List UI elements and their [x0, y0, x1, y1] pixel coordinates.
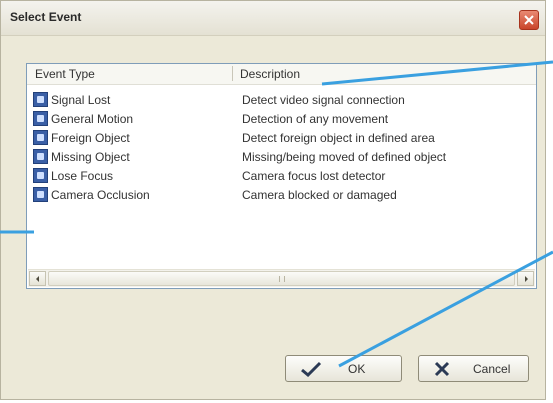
event-type: Camera Occlusion [51, 188, 150, 202]
event-type: Missing Object [51, 150, 130, 164]
event-type: General Motion [51, 112, 134, 126]
close-icon [524, 15, 534, 25]
scroll-right-button[interactable] [517, 271, 534, 286]
x-mark-icon [434, 361, 450, 377]
event-list[interactable]: Event Type Description Signal Lost Detec… [26, 63, 537, 289]
ok-button-label: OK [348, 362, 366, 376]
event-icon [33, 92, 48, 107]
ok-button[interactable]: OK [285, 355, 402, 382]
event-description: Missing/being moved of defined object [242, 150, 447, 164]
column-divider[interactable] [232, 66, 233, 81]
column-header-event-type[interactable]: Event Type [35, 67, 95, 81]
event-icon [33, 149, 48, 164]
close-button[interactable] [519, 10, 539, 30]
chevron-left-icon [36, 276, 39, 282]
list-item[interactable]: Foreign Object Detect foreign object in … [27, 129, 536, 148]
list-item[interactable]: Camera Occlusion Camera blocked or damag… [27, 186, 536, 205]
title-bar[interactable]: Select Event [1, 1, 545, 36]
event-type: Signal Lost [51, 93, 111, 107]
event-description: Camera blocked or damaged [242, 188, 397, 202]
cancel-button-label: Cancel [473, 362, 511, 376]
grip-icon [278, 276, 285, 282]
checkmark-icon [301, 361, 322, 377]
event-type: Lose Focus [51, 169, 114, 183]
list-item[interactable]: Lose Focus Camera focus lost detector [27, 167, 536, 186]
scroll-left-button[interactable] [29, 271, 46, 286]
column-header-description[interactable]: Description [240, 67, 300, 81]
event-icon [33, 130, 48, 145]
list-item[interactable]: Missing Object Missing/being moved of de… [27, 148, 536, 167]
event-icon [33, 187, 48, 202]
horizontal-scrollbar[interactable] [28, 269, 535, 287]
list-item[interactable]: Signal Lost Detect video signal connecti… [27, 91, 536, 110]
select-event-dialog: Select Event Event Type Description Sign… [0, 0, 546, 400]
chevron-right-icon [525, 276, 528, 282]
event-description: Camera focus lost detector [242, 169, 386, 183]
event-type: Foreign Object [51, 131, 130, 145]
dialog-title: Select Event [10, 10, 82, 24]
event-description: Detect video signal connection [242, 93, 405, 107]
event-icon [33, 168, 48, 183]
event-icon [33, 111, 48, 126]
scroll-thumb[interactable] [48, 271, 515, 286]
event-description: Detect foreign object in defined area [242, 131, 435, 145]
list-item[interactable]: General Motion Detection of any movement [27, 110, 536, 129]
event-description: Detection of any movement [242, 112, 389, 126]
cancel-button[interactable]: Cancel [418, 355, 529, 382]
list-header: Event Type Description [27, 64, 536, 85]
